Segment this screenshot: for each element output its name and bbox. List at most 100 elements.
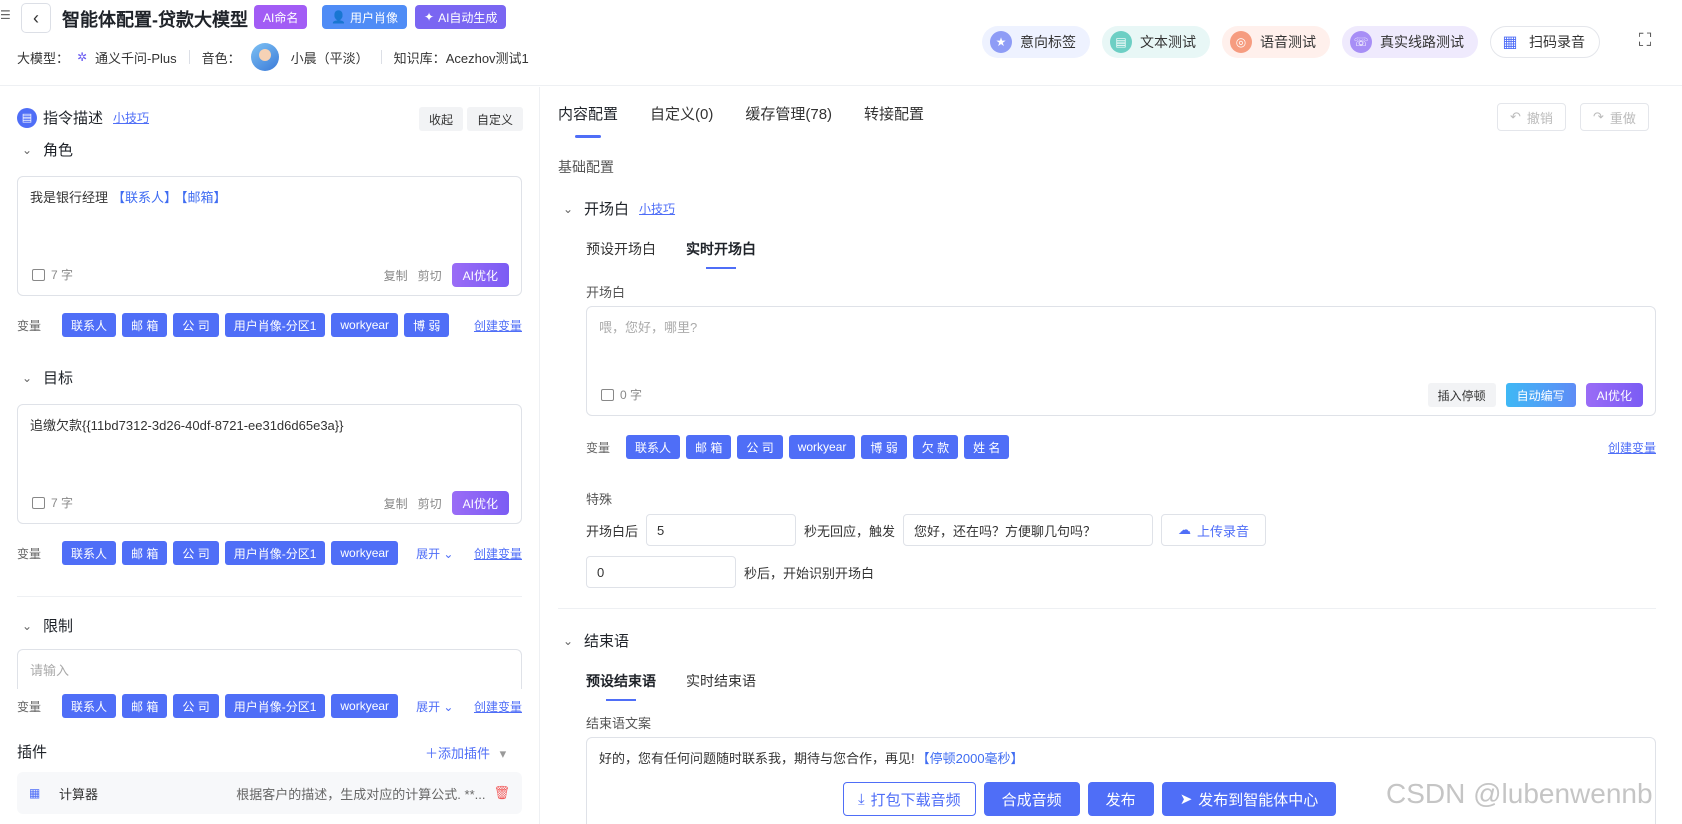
- tab-preset-closing[interactable]: 预设结束语: [586, 671, 656, 701]
- real-line-test-button[interactable]: ☏ 真实线路测试: [1342, 26, 1478, 58]
- recognize-seconds-input[interactable]: 0: [586, 556, 736, 588]
- variable-chip[interactable]: 联系人: [62, 313, 117, 337]
- ai-optimize-button[interactable]: AI优化: [1585, 383, 1643, 407]
- variable-chip[interactable]: 联系人: [626, 435, 681, 459]
- synthesize-audio-button[interactable]: 合成音频: [983, 782, 1080, 816]
- limit-textarea[interactable]: 请输入: [17, 649, 522, 689]
- goal-actions: 复制 剪切 AI优化: [384, 491, 509, 515]
- insert-pause-button[interactable]: 插入停顿: [1427, 383, 1496, 407]
- user-icon: 👤: [331, 10, 346, 24]
- variable-chip[interactable]: 博 弱: [404, 313, 450, 337]
- special-trigger-row: 开场白后 5 秒无回应，触发 您好，还在吗？方便聊几句吗？ ☁ 上传录音: [586, 514, 1267, 546]
- cut-button[interactable]: 剪切: [418, 267, 442, 284]
- special-label: 特殊: [586, 492, 613, 507]
- variable-chip[interactable]: 公 司: [173, 694, 219, 718]
- text-test-button[interactable]: ▤ 文本测试: [1102, 26, 1210, 58]
- create-variable-link[interactable]: 创建变量: [474, 317, 522, 334]
- cut-button[interactable]: 剪切: [418, 495, 442, 512]
- variable-chip[interactable]: 姓 名: [964, 435, 1010, 459]
- chevron-down-icon[interactable]: ⌄: [558, 199, 578, 219]
- menu-icon[interactable]: ☰: [0, 8, 11, 22]
- variable-chip[interactable]: 邮 箱: [686, 435, 732, 459]
- variable-chip[interactable]: 用户肖像-分区1: [224, 313, 326, 337]
- ai-optimize-button[interactable]: AI优化: [451, 491, 509, 515]
- tab-preset-opening[interactable]: 预设开场白: [586, 239, 656, 269]
- copy-button[interactable]: 复制: [384, 267, 408, 284]
- variable-chip[interactable]: 联系人: [62, 541, 117, 565]
- variable-chip[interactable]: 邮 箱: [122, 313, 168, 337]
- ai-auto-generate-button[interactable]: ✦ AI自动生成: [415, 5, 507, 29]
- variable-chip[interactable]: 博 弱: [861, 435, 907, 459]
- publish-to-center-button[interactable]: ➤ 发布到智能体中心: [1161, 782, 1337, 816]
- voice-test-button[interactable]: ◎ 语音测试: [1222, 26, 1330, 58]
- model-value[interactable]: 通义千问-Plus: [95, 48, 177, 67]
- publish-button[interactable]: 发布: [1087, 782, 1154, 816]
- user-persona-button[interactable]: 👤 用户肖像: [322, 5, 407, 29]
- undo-button[interactable]: ↶ 撤销: [1497, 103, 1566, 131]
- variable-chip[interactable]: workyear: [788, 435, 856, 459]
- custom-button[interactable]: 自定义: [467, 107, 524, 131]
- variable-chip[interactable]: 公 司: [173, 313, 219, 337]
- opening-textarea[interactable]: 喂，您好，哪里? 0 字 插入停顿 自动编写 AI优化: [586, 306, 1656, 416]
- expand-button[interactable]: 展开 ⌄: [416, 698, 453, 715]
- tab-cache[interactable]: 缓存管理(78): [745, 103, 832, 138]
- scan-record-button[interactable]: ▦ 扫码录音: [1490, 26, 1600, 58]
- download-audio-button[interactable]: ⤓ 打包下载音频: [843, 782, 976, 816]
- variable-chip[interactable]: 用户肖像-分区1: [224, 694, 326, 718]
- tab-realtime-closing[interactable]: 实时结束语: [686, 671, 756, 701]
- chevron-down-icon[interactable]: ⌄: [17, 368, 37, 388]
- fullscreen-icon[interactable]: ⛶: [1635, 30, 1655, 50]
- trash-icon[interactable]: 🗑: [493, 785, 510, 801]
- intent-tag-button[interactable]: ★ 意向标签: [982, 26, 1090, 58]
- ai-name-button[interactable]: AI命名: [254, 5, 308, 29]
- qr-code-icon: ▦: [1502, 34, 1518, 51]
- limit-variables: 变量 联系人 邮 箱 公 司 用户肖像-分区1 workyear 展开 ⌄ 创建…: [17, 693, 522, 719]
- variable-chip[interactable]: 欠 款: [912, 435, 959, 459]
- tab-realtime-opening[interactable]: 实时开场白: [686, 239, 756, 269]
- voice-value[interactable]: 小晨（平淡）: [291, 48, 369, 67]
- trigger-text-input[interactable]: 您好，还在吗？方便聊几句吗？: [903, 514, 1154, 546]
- tab-content-config[interactable]: 内容配置: [558, 103, 618, 138]
- variable-chip[interactable]: 联系人: [62, 694, 117, 718]
- chevron-down-icon[interactable]: ⌄: [17, 616, 37, 636]
- tip-link[interactable]: 小技巧: [639, 200, 675, 217]
- limit-placeholder: 请输入: [30, 663, 70, 678]
- role-variables: 变量 联系人 邮 箱 公 司 用户肖像-分区1 workyear 博 弱 创建变…: [17, 312, 522, 338]
- add-plugin-button[interactable]: ＋添加插件 ▾: [425, 743, 506, 762]
- ai-optimize-button[interactable]: AI优化: [451, 263, 509, 287]
- variable-chip[interactable]: workyear: [331, 313, 399, 337]
- headset-icon: ◎: [1230, 31, 1252, 53]
- copy-button[interactable]: 复制: [384, 495, 408, 512]
- chevron-down-icon: ⌄: [443, 546, 454, 561]
- role-textarea[interactable]: 我是银行经理 【联系人】 【邮箱】 7 字 复制 剪切 AI优化: [17, 176, 522, 296]
- redo-button[interactable]: ↷ 重做: [1580, 103, 1649, 131]
- goal-textarea[interactable]: 追缴欠款{{11bd7312-3d26-40df-8721-ee31d6d65e…: [17, 404, 522, 524]
- no-response-seconds-input[interactable]: 5: [646, 514, 797, 546]
- auto-write-button[interactable]: 自动编写: [1505, 383, 1576, 407]
- variable-chip[interactable]: workyear: [331, 541, 399, 565]
- collapse-button[interactable]: 收起: [419, 107, 464, 131]
- variable-chip[interactable]: 邮 箱: [122, 541, 168, 565]
- tab-custom[interactable]: 自定义(0): [650, 103, 713, 138]
- upload-recording-button[interactable]: ☁ 上传录音: [1161, 514, 1267, 546]
- chevron-down-icon[interactable]: ⌄: [17, 140, 37, 160]
- variable-chip[interactable]: workyear: [331, 694, 399, 718]
- back-button[interactable]: ‹: [21, 3, 51, 33]
- expand-button[interactable]: 展开 ⌄: [416, 545, 453, 562]
- create-variable-link[interactable]: 创建变量: [474, 545, 522, 562]
- create-variable-link[interactable]: 创建变量: [1608, 439, 1656, 456]
- variable-chip[interactable]: 邮 箱: [122, 694, 168, 718]
- variable-chip[interactable]: 公 司: [737, 435, 783, 459]
- tip-link[interactable]: 小技巧: [113, 109, 149, 126]
- page-title: 智能体配置-贷款大模型: [62, 10, 248, 30]
- tab-transfer[interactable]: 转接配置: [864, 103, 924, 138]
- plugin-item[interactable]: ▦ 计算器 根据客户的描述，生成对应的计算公式. **... 🗑: [17, 772, 522, 814]
- variable-chip[interactable]: 用户肖像-分区1: [224, 541, 326, 565]
- caret-down-icon: ▾: [499, 746, 507, 761]
- chevron-down-icon[interactable]: ⌄: [558, 631, 578, 651]
- limit-header: ⌄ 限制: [17, 615, 73, 636]
- variable-chip[interactable]: 公 司: [173, 541, 219, 565]
- create-variable-link[interactable]: 创建变量: [474, 698, 522, 715]
- knowledge-base-value[interactable]: Acezhov测试1: [446, 48, 529, 67]
- opening-tabs: 预设开场白 实时开场白: [586, 239, 756, 269]
